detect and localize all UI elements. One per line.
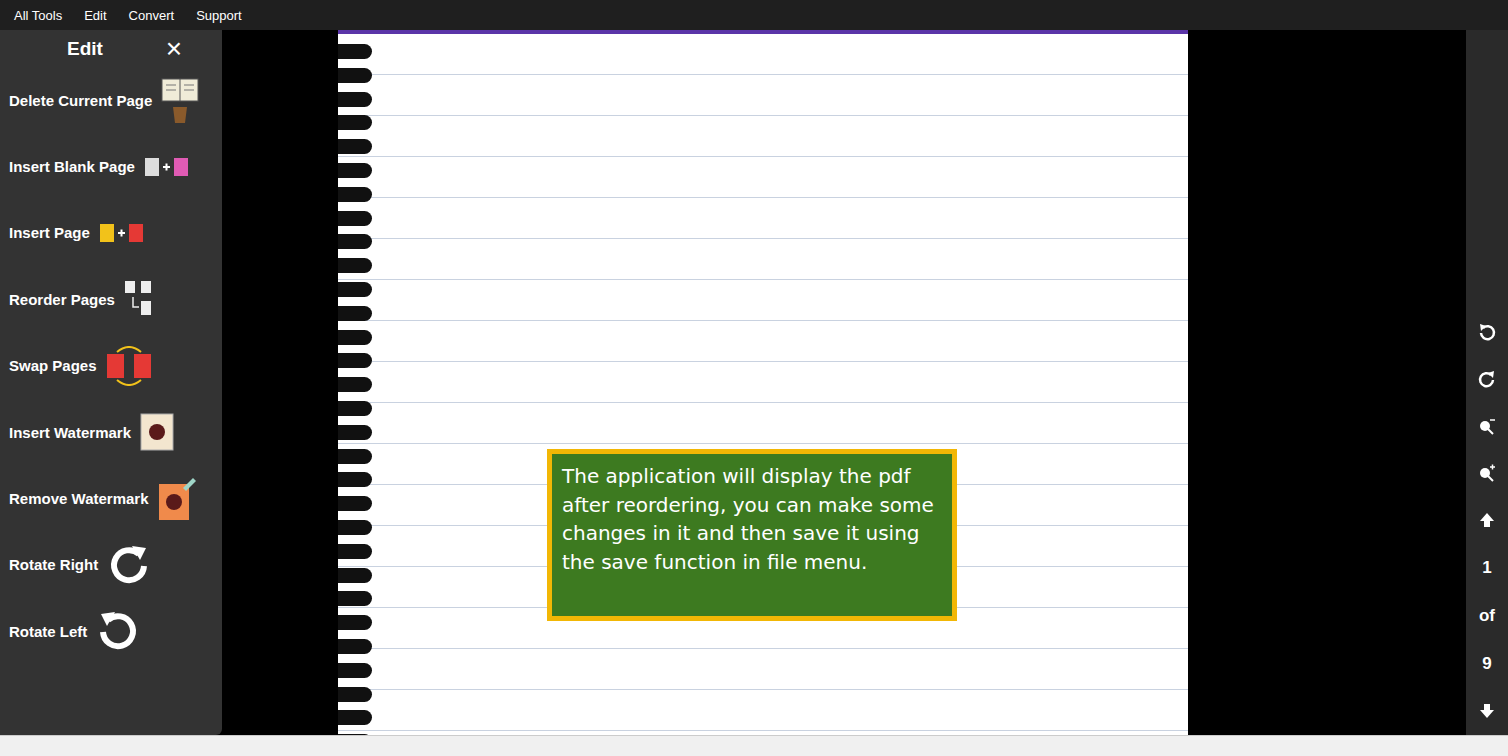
main-area: Edit × Delete Current Page Insert Blank Pag… [0,30,1508,735]
arrow-down-icon[interactable] [1477,701,1497,721]
menu-item[interactable]: Convert [129,8,175,23]
edit-tool-label: Insert Blank Page [9,158,135,175]
edit-tool-item[interactable]: Insert Blank Page [0,133,222,199]
edit-tool-label: Insert Watermark [9,424,131,441]
view-toolbar: 1 of 9 [1466,30,1508,735]
edit-tool-label: Remove Watermark [9,490,149,507]
swap-icon [105,346,153,386]
menu-item[interactable]: All Tools [14,8,62,23]
remove-watermark-icon [157,476,197,522]
pdf-page-image [338,30,1188,735]
arrow-up-icon[interactable] [1477,510,1497,530]
delete-page-icon [160,75,200,125]
edit-tool-item[interactable]: Insert Watermark [0,399,222,465]
page-separator: of [1479,605,1495,626]
rotate-left-icon [95,608,141,654]
menu-bar: All Tools Edit Convert Support [0,0,1508,30]
edit-tool-label: Rotate Left [9,623,87,640]
page-plus-icon [98,221,146,245]
blank-page-plus-icon [143,155,191,179]
watermark-icon [139,412,175,452]
rotate-left-icon[interactable] [1477,322,1497,342]
edit-tool-item[interactable]: Insert Page [0,200,222,266]
edit-tool-item[interactable]: Rotate Left [0,598,222,664]
total-pages: 9 [1482,653,1491,674]
menu-item[interactable]: Edit [84,8,106,23]
zoom-in-icon[interactable] [1477,463,1497,483]
edit-tool-item[interactable]: Remove Watermark [0,465,222,531]
reorder-icon [123,279,155,319]
edit-tool-label: Delete Current Page [9,92,152,109]
close-button[interactable]: × [166,30,182,67]
edit-tool-label: Insert Page [9,224,90,241]
help-tooltip: The application will display the pdf aft… [547,449,957,621]
edit-panel: Edit × Delete Current Page Insert Blank Pag… [0,30,222,735]
edit-tool-label: Rotate Right [9,556,98,573]
edit-tool-label: Swap Pages [9,357,97,374]
zoom-out-icon[interactable] [1477,416,1497,436]
horizontal-scrollbar[interactable] [0,735,1508,756]
edit-tool-item[interactable]: Delete Current Page [0,67,222,133]
current-page-number[interactable]: 1 [1482,557,1491,578]
edit-tool-item[interactable]: Reorder Pages [0,266,222,332]
rotate-right-icon[interactable] [1477,369,1497,389]
rotate-right-icon [106,542,152,588]
edit-tool-label: Reorder Pages [9,291,115,308]
menu-item[interactable]: Support [196,8,242,23]
edit-panel-title: Edit [67,38,103,60]
pdf-editor-window: All Tools Edit Convert Support Edit × Delete C… [0,0,1508,756]
edit-panel-header: Edit × [0,30,222,67]
edit-tool-item[interactable]: Rotate Right [0,532,222,598]
document-viewer: The application will display the pdf aft… [222,30,1466,735]
edit-tool-item[interactable]: Swap Pages [0,333,222,399]
notebook-spiral [338,44,372,735]
